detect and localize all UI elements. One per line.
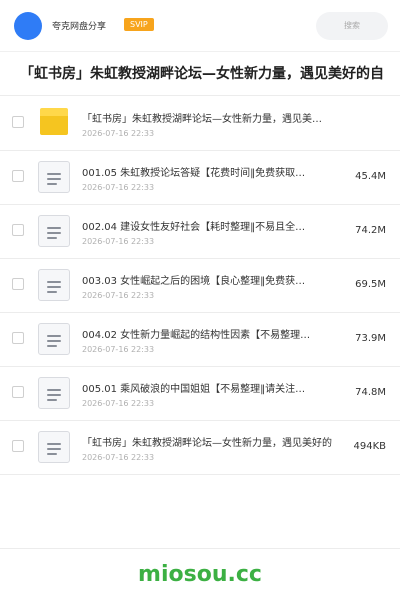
file-size: 494KB xyxy=(353,441,386,452)
file-name[interactable]: 002.04 建设女性友好社会【耗时整理‖不易且全… xyxy=(82,221,326,234)
file-date: 2026-07-16 22:33 xyxy=(82,453,155,462)
row-checkbox[interactable] xyxy=(12,332,24,344)
divider xyxy=(0,548,400,549)
file-name[interactable]: 004.02 女性新力量崛起的结构性因素【不易整理… xyxy=(82,329,326,342)
file-size: 73.9M xyxy=(355,333,386,344)
file-row[interactable]: 003.03 女性崛起之后的困境【良心整理‖免费获… 2026-07-16 22… xyxy=(0,259,400,313)
document-icon xyxy=(38,269,70,301)
file-name[interactable]: 001.05 朱虹教授论坛答疑【花费时间‖免费获取… xyxy=(82,167,326,180)
row-checkbox[interactable] xyxy=(12,116,24,128)
file-row[interactable]: 001.05 朱虹教授论坛答疑【花费时间‖免费获取… 2026-07-16 22… xyxy=(0,151,400,205)
file-date: 2026-07-16 22:33 xyxy=(82,129,155,138)
file-list: 「虹书房」朱虹教授湖畔论坛—女性新力量，遇见美好的… 2026-07-16 22… xyxy=(0,97,400,475)
file-size: 69.5M xyxy=(355,279,386,290)
top-bar: 夸克网盘分享 SVIP 搜索 xyxy=(0,0,400,52)
file-name[interactable]: 005.01 乘风破浪的中国姐姐【不易整理‖请关注… xyxy=(82,383,326,396)
file-date: 2026-07-16 22:33 xyxy=(82,237,155,246)
document-icon xyxy=(38,161,70,193)
file-date: 2026-07-16 22:33 xyxy=(82,291,155,300)
file-date: 2026-07-16 22:33 xyxy=(82,399,155,408)
row-checkbox[interactable] xyxy=(12,224,24,236)
document-icon xyxy=(38,215,70,247)
file-row-folder[interactable]: 「虹书房」朱虹教授湖畔论坛—女性新力量，遇见美好的… 2026-07-16 22… xyxy=(0,97,400,151)
avatar[interactable] xyxy=(14,12,42,40)
page-title: 「虹书房」朱虹教授湖畔论坛—女性新力量，遇见美好的自 xyxy=(0,52,400,96)
file-name[interactable]: 003.03 女性崛起之后的困境【良心整理‖免费获… xyxy=(82,275,326,288)
file-row[interactable]: 005.01 乘风破浪的中国姐姐【不易整理‖请关注… 2026-07-16 22… xyxy=(0,367,400,421)
search-input[interactable]: 搜索 xyxy=(316,12,388,40)
file-size: 74.2M xyxy=(355,225,386,236)
file-row[interactable]: 「虹书房」朱虹教授湖畔论坛—女性新力量，遇见美好的 2026-07-16 22:… xyxy=(0,421,400,475)
document-icon xyxy=(38,377,70,409)
row-checkbox[interactable] xyxy=(12,440,24,452)
file-size: 45.4M xyxy=(355,171,386,182)
file-size: 74.8M xyxy=(355,387,386,398)
file-row[interactable]: 002.04 建设女性友好社会【耗时整理‖不易且全… 2026-07-16 22… xyxy=(0,205,400,259)
file-name[interactable]: 「虹书房」朱虹教授湖畔论坛—女性新力量，遇见美好的 xyxy=(82,437,352,450)
file-row[interactable]: 004.02 女性新力量崛起的结构性因素【不易整理… 2026-07-16 22… xyxy=(0,313,400,367)
file-name[interactable]: 「虹书房」朱虹教授湖畔论坛—女性新力量，遇见美好的… xyxy=(82,113,326,126)
document-icon xyxy=(38,323,70,355)
file-date: 2026-07-16 22:33 xyxy=(82,345,155,354)
file-date: 2026-07-16 22:33 xyxy=(82,183,155,192)
row-checkbox[interactable] xyxy=(12,170,24,182)
row-checkbox[interactable] xyxy=(12,278,24,290)
svip-badge: SVIP xyxy=(124,18,154,31)
folder-icon xyxy=(38,107,70,139)
document-icon xyxy=(38,431,70,463)
watermark: miosou.cc xyxy=(138,562,262,587)
row-checkbox[interactable] xyxy=(12,386,24,398)
share-owner-name: 夸克网盘分享 xyxy=(52,22,107,32)
